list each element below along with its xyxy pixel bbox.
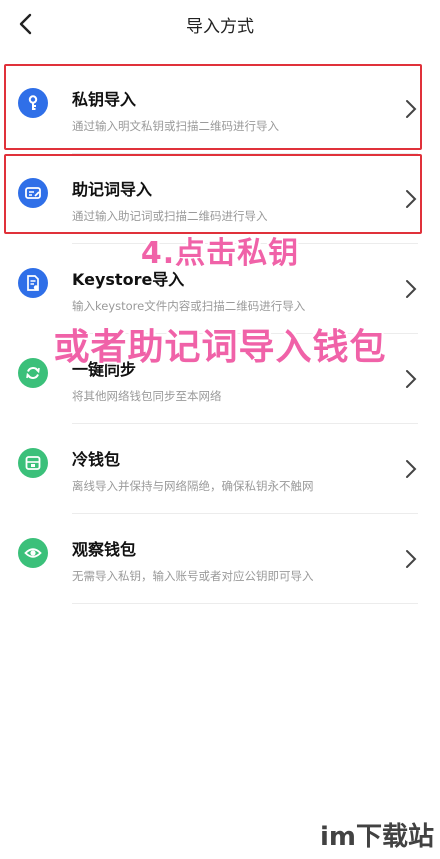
chevron-right-icon (404, 548, 418, 570)
option-title: 观察钱包 (72, 540, 137, 559)
option-description: 通过输入助记词或扫描二维码进行导入 (72, 209, 268, 223)
option-description: 通过输入明文私钥或扫描二维码进行导入 (72, 119, 279, 133)
mnemonic-card-icon (18, 178, 48, 208)
option-description: 离线导入并保持与网络隔绝，确保私钥永不触网 (72, 479, 314, 493)
divider (72, 153, 418, 154)
chevron-right-icon (404, 368, 418, 390)
chevron-right-icon (404, 278, 418, 300)
cold-wallet-icon (18, 448, 48, 478)
option-title: 冷钱包 (72, 450, 121, 469)
eye-icon (18, 538, 48, 568)
key-icon (18, 88, 48, 118)
nav-bar: 导入方式 (0, 0, 440, 48)
annotation-step-text: 4.点击私钥 (140, 236, 300, 271)
import-option-private-key[interactable]: 私钥导入 通过输入明文私钥或扫描二维码进行导入 (0, 66, 440, 154)
option-title: 私钥导入 (72, 90, 137, 109)
option-description: 无需导入私钥，输入账号或者对应公钥即可导入 (72, 569, 314, 583)
chevron-right-icon (404, 458, 418, 480)
option-title: 助记词导入 (72, 180, 153, 199)
import-option-watch-wallet[interactable]: 观察钱包 无需导入私钥，输入账号或者对应公钥即可导入 (0, 516, 440, 604)
watermark-logo: im下载站 (319, 822, 434, 852)
annotation-instruction-text: 或者助记词导入钱包 (53, 327, 387, 368)
chevron-right-icon (404, 98, 418, 120)
divider (72, 603, 418, 604)
divider (72, 423, 418, 424)
option-description: 将其他网络钱包同步至本网络 (72, 389, 222, 403)
import-option-cold-wallet[interactable]: 冷钱包 离线导入并保持与网络隔绝，确保私钥永不触网 (0, 426, 440, 514)
keystore-file-icon (18, 268, 48, 298)
option-description: 输入keystore文件内容或扫描二维码进行导入 (72, 299, 306, 313)
page-title: 导入方式 (186, 17, 254, 37)
chevron-right-icon (404, 188, 418, 210)
divider (72, 513, 418, 514)
